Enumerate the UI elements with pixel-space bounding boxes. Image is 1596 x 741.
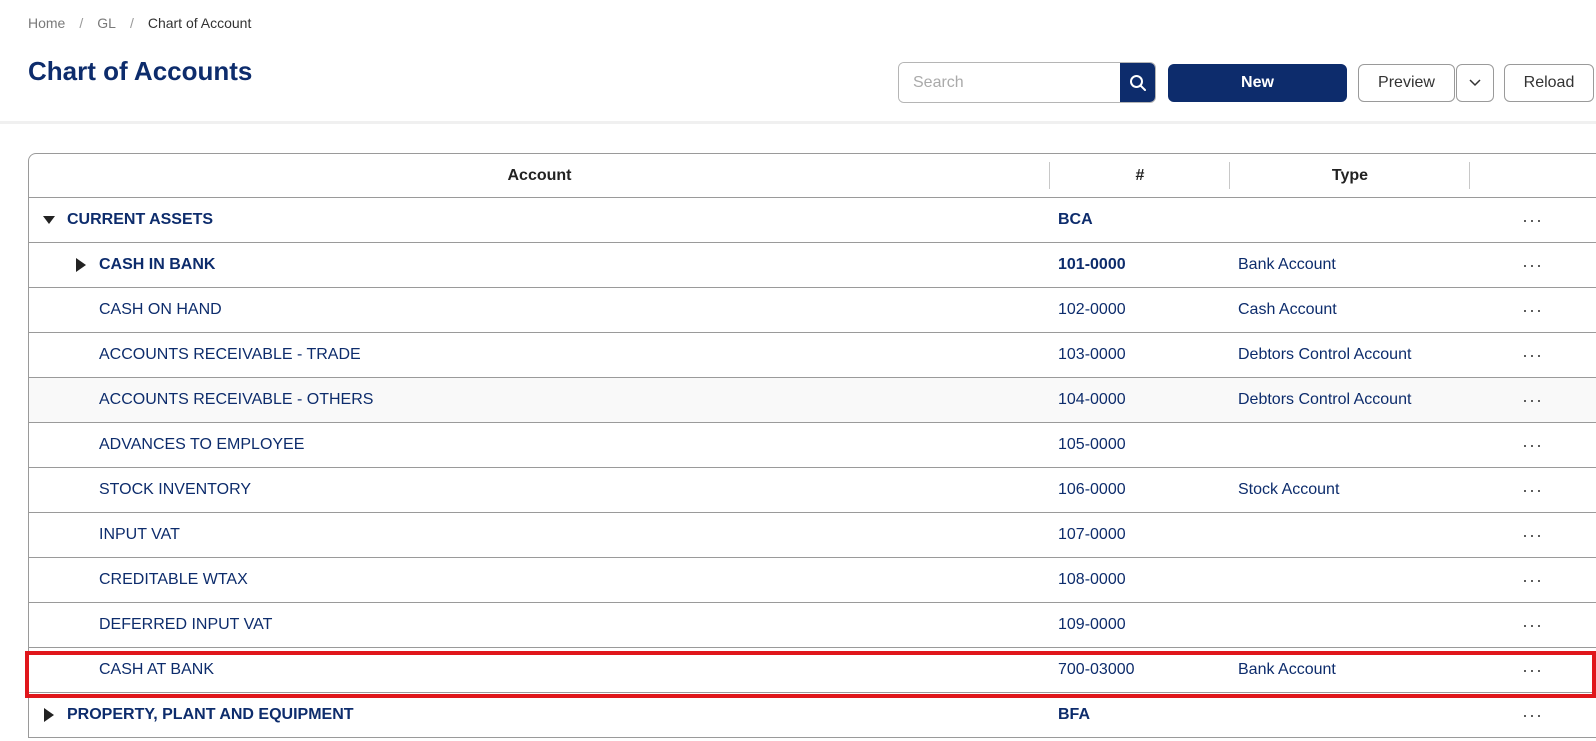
account-cell: STOCK INVENTORY xyxy=(29,468,1050,512)
breadcrumb-home[interactable]: Home xyxy=(28,15,65,31)
more-horizontal-icon[interactable]: ··· xyxy=(1470,558,1595,602)
account-type: Stock Account xyxy=(1238,481,1340,498)
breadcrumb: Home / GL / Chart of Account xyxy=(28,14,251,32)
caret-right-icon[interactable] xyxy=(73,257,89,273)
more-horizontal-icon[interactable]: ··· xyxy=(1470,243,1595,287)
table-row[interactable]: STOCK INVENTORY 106-0000 Stock Account ··· xyxy=(29,468,1596,513)
breadcrumb-gl[interactable]: GL xyxy=(97,15,116,31)
chevron-down-icon xyxy=(1469,79,1481,87)
account-type xyxy=(1230,558,1470,602)
account-type xyxy=(1230,603,1470,647)
account-type xyxy=(1230,693,1470,737)
account-cell: CREDITABLE WTAX xyxy=(29,558,1050,602)
account-type: Bank Account xyxy=(1238,256,1336,273)
account-cell: ADVANCES TO EMPLOYEE xyxy=(29,423,1050,467)
account-cell: CURRENT ASSETS xyxy=(29,198,1050,242)
more-horizontal-icon[interactable]: ··· xyxy=(1470,423,1595,467)
account-code: BCA xyxy=(1058,211,1093,228)
account-cell: INPUT VAT xyxy=(29,513,1050,557)
breadcrumb-separator: / xyxy=(129,15,134,31)
new-button[interactable]: New xyxy=(1168,64,1347,102)
account-name[interactable]: STOCK INVENTORY xyxy=(99,481,251,499)
search-input[interactable] xyxy=(899,63,1120,102)
more-horizontal-icon[interactable]: ··· xyxy=(1470,378,1595,422)
account-code: 700-03000 xyxy=(1058,661,1135,678)
table-row[interactable]: DEFERRED INPUT VAT 109-0000 ··· xyxy=(29,603,1596,648)
search-icon xyxy=(1129,74,1146,91)
account-name[interactable]: ACCOUNTS RECEIVABLE - TRADE xyxy=(99,346,361,364)
account-type: Debtors Control Account xyxy=(1238,391,1412,408)
account-type xyxy=(1230,423,1470,467)
reload-button[interactable]: Reload xyxy=(1504,64,1594,102)
account-name[interactable]: CASH IN BANK xyxy=(99,256,215,274)
account-name[interactable]: ACCOUNTS RECEIVABLE - OTHERS xyxy=(99,391,373,409)
account-type: Bank Account xyxy=(1238,661,1336,678)
accounts-table: Account # Type CURRENT ASSETS BCA ··· CASH … xyxy=(28,153,1596,738)
account-code: 109-0000 xyxy=(1058,616,1126,633)
account-type xyxy=(1230,513,1470,557)
account-cell: PROPERTY, PLANT AND EQUIPMENT xyxy=(29,693,1050,737)
table-body: CURRENT ASSETS BCA ··· CASH IN BANK 101-0000… xyxy=(29,198,1596,738)
table-row[interactable]: INPUT VAT 107-0000 ··· xyxy=(29,513,1596,558)
table-row[interactable]: CASH ON HAND 102-0000 Cash Account ··· xyxy=(29,288,1596,333)
account-name[interactable]: INPUT VAT xyxy=(99,526,180,544)
header-divider xyxy=(0,121,1596,124)
account-cell: DEFERRED INPUT VAT xyxy=(29,603,1050,647)
caret-down-icon[interactable] xyxy=(41,212,57,228)
table-row[interactable]: PROPERTY, PLANT AND EQUIPMENT BFA ··· xyxy=(29,693,1596,738)
account-name[interactable]: DEFERRED INPUT VAT xyxy=(99,616,272,634)
account-code: 103-0000 xyxy=(1058,346,1126,363)
account-cell: CASH ON HAND xyxy=(29,288,1050,332)
account-code: 101-0000 xyxy=(1058,256,1126,273)
preview-button[interactable]: Preview xyxy=(1358,64,1455,102)
more-horizontal-icon[interactable]: ··· xyxy=(1470,603,1595,647)
breadcrumb-separator: / xyxy=(79,15,84,31)
column-header-type[interactable]: Type xyxy=(1230,154,1470,197)
page-title: Chart of Accounts xyxy=(28,56,253,86)
account-cell: CASH AT BANK xyxy=(29,648,1050,692)
account-name[interactable]: CASH ON HAND xyxy=(99,301,222,319)
table-row[interactable]: CREDITABLE WTAX 108-0000 ··· xyxy=(29,558,1596,603)
column-header-actions xyxy=(1470,154,1595,197)
caret-right-icon[interactable] xyxy=(41,707,57,723)
search-box xyxy=(898,62,1156,103)
breadcrumb-current: Chart of Account xyxy=(147,15,252,31)
column-header-account[interactable]: Account xyxy=(29,154,1050,197)
account-cell: CASH IN BANK xyxy=(29,243,1050,287)
table-row[interactable]: CURRENT ASSETS BCA ··· xyxy=(29,198,1596,243)
more-horizontal-icon[interactable]: ··· xyxy=(1470,693,1595,737)
account-code: BFA xyxy=(1058,706,1090,723)
table-row[interactable]: ADVANCES TO EMPLOYEE 105-0000 ··· xyxy=(29,423,1596,468)
account-cell: ACCOUNTS RECEIVABLE - OTHERS xyxy=(29,378,1050,422)
account-name[interactable]: CURRENT ASSETS xyxy=(67,211,213,229)
more-horizontal-icon[interactable]: ··· xyxy=(1470,198,1595,242)
account-name[interactable]: CREDITABLE WTAX xyxy=(99,571,248,589)
account-name[interactable]: CASH AT BANK xyxy=(99,661,214,679)
table-row[interactable]: ACCOUNTS RECEIVABLE - TRADE 103-0000 Debto… xyxy=(29,333,1596,378)
table-row[interactable]: CASH AT BANK 700-03000 Bank Account ··· xyxy=(29,648,1596,693)
search-button[interactable] xyxy=(1120,63,1155,102)
account-name[interactable]: PROPERTY, PLANT AND EQUIPMENT xyxy=(67,706,354,724)
account-code: 106-0000 xyxy=(1058,481,1126,498)
table-row[interactable]: ACCOUNTS RECEIVABLE - OTHERS 104-0000 Debt… xyxy=(29,378,1596,423)
more-horizontal-icon[interactable]: ··· xyxy=(1470,288,1595,332)
more-horizontal-icon[interactable]: ··· xyxy=(1470,648,1595,692)
account-code: 104-0000 xyxy=(1058,391,1126,408)
more-horizontal-icon[interactable]: ··· xyxy=(1470,513,1595,557)
account-code: 108-0000 xyxy=(1058,571,1126,588)
account-type: Cash Account xyxy=(1238,301,1337,318)
column-header-number[interactable]: # xyxy=(1050,154,1230,197)
account-code: 102-0000 xyxy=(1058,301,1126,318)
more-horizontal-icon[interactable]: ··· xyxy=(1470,333,1595,377)
table-header: Account # Type xyxy=(29,154,1596,198)
account-code: 107-0000 xyxy=(1058,526,1126,543)
account-name[interactable]: ADVANCES TO EMPLOYEE xyxy=(99,436,304,454)
account-type: Debtors Control Account xyxy=(1238,346,1412,363)
more-horizontal-icon[interactable]: ··· xyxy=(1470,468,1595,512)
account-type xyxy=(1230,198,1470,242)
account-code: 105-0000 xyxy=(1058,436,1126,453)
table-row[interactable]: CASH IN BANK 101-0000 Bank Account ··· xyxy=(29,243,1596,288)
account-cell: ACCOUNTS RECEIVABLE - TRADE xyxy=(29,333,1050,377)
preview-options-button[interactable] xyxy=(1456,64,1494,102)
